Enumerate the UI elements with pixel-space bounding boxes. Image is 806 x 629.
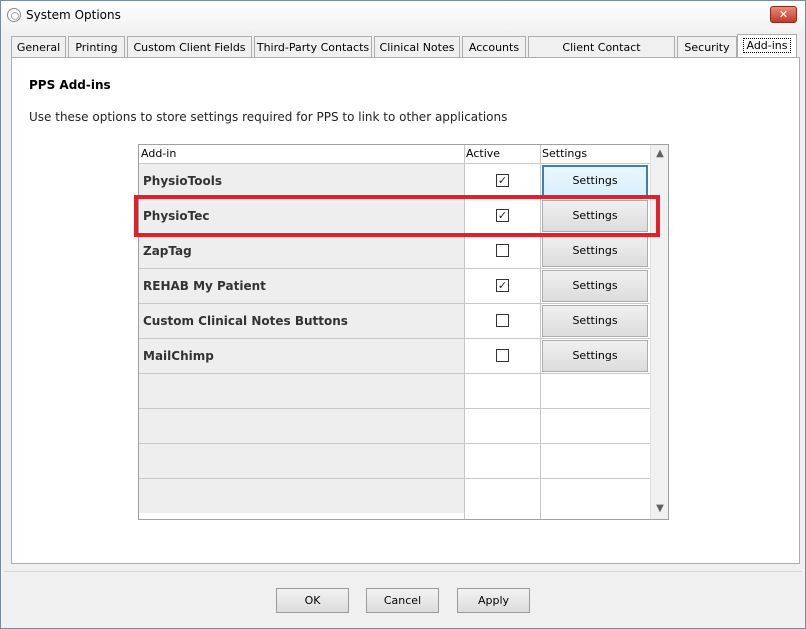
tab-label: Clinical Notes [379, 41, 455, 54]
add-in-name: ZapTag [139, 234, 464, 268]
tab-custom-client-fields[interactable]: Custom Client Fields [127, 36, 252, 57]
scroll-down-icon[interactable]: ▼ [653, 502, 667, 516]
active-checkbox[interactable]: ✓ [496, 279, 509, 292]
scroll-up-icon[interactable]: ▲ [653, 147, 667, 161]
active-cell [465, 234, 540, 268]
tab-label: Third-Party Contacts [256, 41, 370, 54]
settings-button[interactable]: Settings [542, 165, 648, 197]
add-in-name [139, 409, 464, 443]
active-cell [465, 444, 540, 478]
active-cell [465, 479, 540, 513]
tab-label: Custom Client Fields [133, 41, 246, 54]
settings-button[interactable]: Settings [542, 340, 648, 372]
tab-printing[interactable]: Printing [68, 36, 125, 57]
cancel-button[interactable]: Cancel [366, 588, 439, 613]
active-cell [465, 304, 540, 338]
tab-label: Printing [75, 41, 118, 54]
title-bar: System Options ✕ [1, 1, 805, 30]
active-cell: ✓ [465, 199, 540, 233]
column-header-add-in[interactable]: Add-in [139, 145, 464, 163]
table-row[interactable]: REHAB My Patient ✓ Settings [139, 269, 650, 304]
table-row[interactable]: Custom Clinical Notes Buttons Settings [139, 304, 650, 339]
tab-label: Accounts [468, 41, 520, 54]
settings-button[interactable]: Settings [542, 270, 648, 302]
section-title: PPS Add-ins [29, 78, 111, 92]
column-header-active[interactable]: Active [464, 145, 540, 163]
add-in-name [139, 374, 464, 408]
add-in-name: Custom Clinical Notes Buttons [139, 304, 464, 338]
add-in-name [139, 479, 464, 513]
add-in-name: MailChimp [139, 339, 464, 373]
active-cell [465, 339, 540, 373]
grid-scrollbar[interactable]: ▲ ▼ [650, 145, 668, 519]
table-row-empty[interactable] [139, 374, 650, 409]
settings-button[interactable]: Settings [542, 200, 648, 232]
section-description: Use these options to store settings requ… [29, 110, 508, 124]
active-checkbox[interactable] [496, 244, 509, 257]
table-row-empty[interactable] [139, 479, 650, 514]
tab-security[interactable]: Security [677, 36, 737, 57]
active-cell [465, 374, 540, 408]
tab-add-ins[interactable]: Add-ins [737, 34, 797, 58]
add-in-name: PhysioTec [139, 199, 464, 233]
active-cell: ✓ [465, 269, 540, 303]
tab-label: Add-ins [743, 38, 791, 53]
close-button[interactable]: ✕ [770, 6, 797, 23]
add-in-name: PhysioTools [139, 164, 464, 198]
active-checkbox[interactable]: ✓ [496, 209, 509, 222]
table-row[interactable]: PhysioTec ✓ Settings [139, 199, 650, 234]
active-cell [465, 409, 540, 443]
tab-label: Security [684, 41, 730, 54]
ok-button[interactable]: OK [276, 588, 349, 613]
system-options-window: System Options ✕ General Printing Custom… [0, 0, 806, 629]
tab-accounts[interactable]: Accounts [462, 36, 526, 57]
active-cell: ✓ [465, 164, 540, 198]
settings-button[interactable]: Settings [542, 305, 648, 337]
tab-third-party-contacts[interactable]: Third-Party Contacts [254, 36, 372, 57]
tab-general[interactable]: General [11, 36, 66, 57]
table-row[interactable]: PhysioTools ✓ Settings [139, 164, 650, 199]
add-in-name: REHAB My Patient [139, 269, 464, 303]
footer-divider [4, 571, 802, 572]
tab-label: General [16, 41, 61, 54]
table-row-empty[interactable] [139, 444, 650, 479]
settings-button[interactable]: Settings [542, 235, 648, 267]
table-row[interactable]: ZapTag Settings [139, 234, 650, 269]
apply-button[interactable]: Apply [457, 588, 530, 613]
table-row-empty[interactable] [139, 409, 650, 444]
active-checkbox[interactable] [496, 314, 509, 327]
window-title: System Options [26, 8, 121, 22]
active-checkbox[interactable]: ✓ [496, 174, 509, 187]
table-row[interactable]: MailChimp Settings [139, 339, 650, 374]
active-checkbox[interactable] [496, 349, 509, 362]
column-header-settings[interactable]: Settings [540, 145, 650, 163]
tab-clinical-notes[interactable]: Clinical Notes [374, 36, 460, 57]
add-in-name [139, 444, 464, 478]
tab-client-contact-preferences[interactable]: Client Contact Preferences [528, 36, 675, 75]
add-ins-panel: PPS Add-ins Use these options to store s… [11, 57, 800, 564]
add-ins-grid: Add-in Active Settings PhysioTools ✓ Setti… [138, 144, 669, 520]
app-icon [7, 8, 21, 22]
dialog-body: General Printing Custom Client Fields Th… [4, 30, 802, 626]
